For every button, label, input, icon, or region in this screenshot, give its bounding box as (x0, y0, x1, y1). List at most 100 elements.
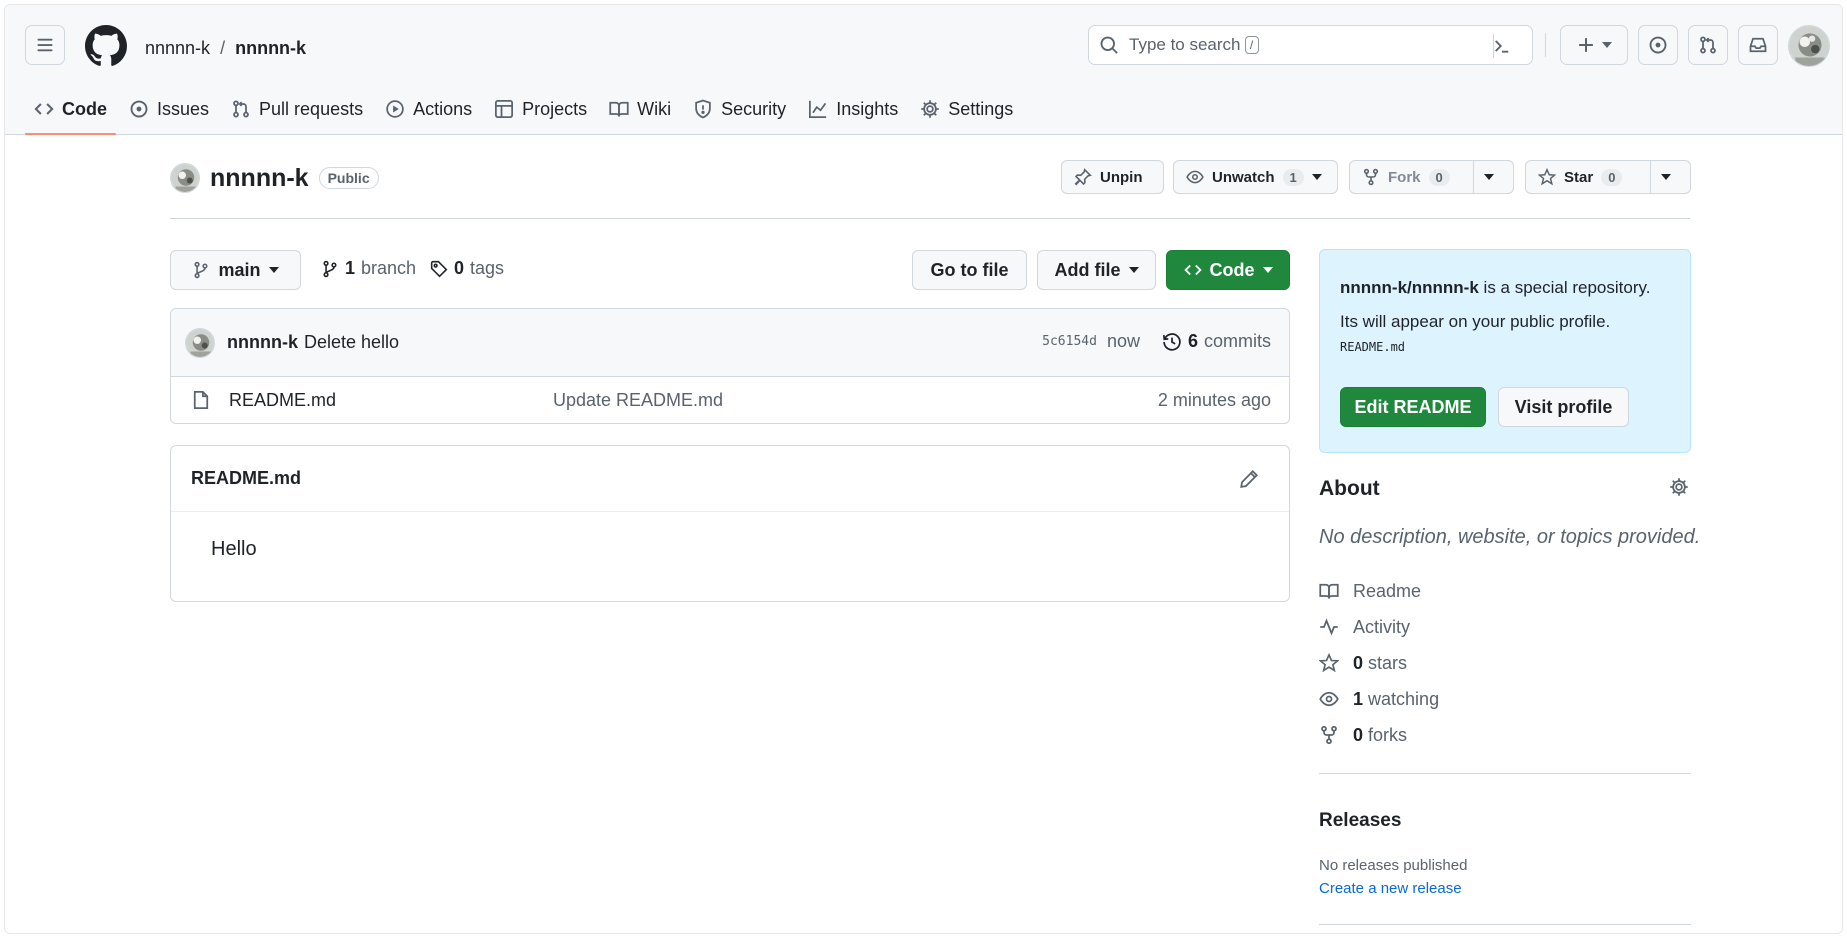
watching-link[interactable]: 1 watching (1319, 681, 1439, 717)
chevron-down-icon (1311, 174, 1322, 180)
create-new-button[interactable] (1560, 25, 1628, 65)
breadcrumb-separator: / (220, 38, 226, 58)
tags-link[interactable]: 0 tags (430, 258, 504, 279)
shield-icon (695, 99, 711, 119)
go-to-file-button[interactable]: Go to file (912, 250, 1027, 290)
issue-icon (1649, 36, 1667, 54)
owner-avatar[interactable] (170, 163, 200, 193)
gear-icon[interactable] (1669, 477, 1689, 497)
commit-count-label: commits (1204, 331, 1271, 351)
file-row[interactable]: README.md Update README.md 2 minutes ago (171, 377, 1289, 423)
unwatch-button[interactable]: Unwatch 1 (1173, 160, 1338, 194)
fork-dropdown[interactable] (1473, 161, 1504, 193)
tab-label: Projects (522, 98, 588, 119)
add-file-label: Add file (1054, 259, 1121, 280)
search-shortcut-key: / (1244, 36, 1259, 54)
table-icon (495, 100, 514, 118)
commits-link[interactable]: 6 commits (1162, 331, 1271, 352)
unwatch-label: Unwatch (1212, 168, 1275, 186)
pulse-icon (1320, 618, 1338, 636)
create-release-link[interactable]: Create a new release (1319, 880, 1462, 897)
forks-link[interactable]: 0 forks (1319, 717, 1439, 753)
play-icon (386, 100, 404, 118)
activity-link[interactable]: Activity (1319, 609, 1439, 645)
readme-panel: README.md Hello (170, 445, 1290, 602)
unpin-button[interactable]: Unpin (1061, 160, 1164, 194)
commit-sha[interactable]: 5c6154d (1042, 334, 1097, 349)
tab-issues[interactable]: Issues (120, 89, 218, 129)
code-icon (1183, 264, 1202, 276)
file-commit-time: 2 minutes ago (1157, 389, 1271, 410)
commit-author[interactable]: nnnnn-k (227, 332, 298, 353)
repo-name[interactable]: nnnnn-k (210, 164, 309, 193)
tab-security[interactable]: Security (684, 89, 795, 129)
about-description: No description, website, or topics provi… (1319, 526, 1701, 548)
github-logo-icon[interactable] (85, 25, 127, 67)
breadcrumb-owner[interactable]: nnnnn-k (145, 38, 210, 59)
tab-pull-requests[interactable]: Pull requests (222, 89, 372, 129)
tab-label: Wiki (637, 98, 672, 119)
branch-selector[interactable]: main (170, 250, 301, 290)
branches-link[interactable]: 1 branch (321, 258, 416, 279)
avatar-image-icon (186, 328, 214, 357)
fork-button[interactable]: Fork 0 (1349, 160, 1514, 194)
about-links: Readme Activity 0 stars 1 watching 0 for… (1319, 573, 1439, 753)
chevron-down-icon (268, 267, 279, 273)
commit-meta: 5c6154d now 6 commits (1042, 331, 1271, 352)
file-name[interactable]: README.md (229, 390, 336, 411)
chevron-down-icon (1262, 267, 1273, 273)
command-palette-icon[interactable] (1492, 36, 1512, 56)
repo-tabs: Code Issues Pull requests Actions Projec… (25, 89, 1026, 135)
fork-counter: 0 (1428, 168, 1450, 186)
tab-wiki[interactable]: Wiki (600, 89, 680, 129)
user-avatar[interactable] (1788, 25, 1830, 67)
notifications-button[interactable] (1738, 25, 1778, 65)
tab-settings[interactable]: Settings (911, 89, 1022, 129)
tab-label: Issues (157, 98, 210, 119)
repo-title-row: nnnnn-k Public (170, 163, 379, 193)
tab-insights[interactable]: Insights (799, 89, 907, 129)
hamburger-icon (37, 38, 53, 52)
menu-button[interactable] (25, 25, 65, 65)
commit-message[interactable]: Delete hello (304, 332, 399, 353)
tab-projects[interactable]: Projects (485, 89, 596, 129)
your-issues-button[interactable] (1638, 25, 1678, 65)
activity-link-label: Activity (1353, 616, 1411, 637)
tab-code[interactable]: Code (25, 89, 116, 135)
pencil-icon[interactable] (1239, 469, 1259, 489)
star-dropdown[interactable] (1650, 161, 1681, 193)
star-button[interactable]: Star 0 (1525, 160, 1691, 194)
commit-author-avatar[interactable] (185, 327, 215, 358)
file-commit-message[interactable]: Update README.md (553, 390, 723, 411)
chevron-down-icon (1484, 174, 1494, 180)
unpin-label: Unpin (1100, 168, 1143, 186)
avatar-image-icon (1789, 26, 1829, 66)
releases-heading[interactable]: Releases (1319, 810, 1401, 832)
branch-icon (194, 261, 209, 279)
forks-label: forks (1368, 724, 1408, 745)
visibility-badge: Public (318, 167, 379, 189)
visit-profile-button[interactable]: Visit profile (1498, 387, 1629, 427)
graph-icon (809, 100, 827, 118)
readme-filename[interactable]: README.md (191, 468, 301, 489)
code-button-label: Code (1209, 259, 1255, 280)
breadcrumb-repo[interactable]: nnnnn-k (235, 38, 306, 59)
eye-icon (1186, 170, 1204, 184)
tab-actions[interactable]: Actions (376, 89, 481, 129)
edit-readme-button[interactable]: Edit README (1340, 387, 1486, 427)
tag-icon (430, 260, 448, 277)
search-input[interactable]: Type to search / (1088, 25, 1533, 65)
tab-label: Security (721, 98, 787, 119)
special-repo-filename: README.md (1340, 340, 1406, 354)
chevron-down-icon (1128, 267, 1139, 273)
special-repo-line1: is a special repository. (1483, 278, 1651, 297)
header-divider (1545, 33, 1546, 57)
star-icon (1538, 168, 1556, 186)
tab-label: Code (62, 98, 107, 119)
your-pull-requests-button[interactable] (1688, 25, 1728, 65)
no-releases-text: No releases published (1319, 857, 1468, 874)
add-file-button[interactable]: Add file (1037, 250, 1156, 290)
readme-link[interactable]: Readme (1319, 573, 1439, 609)
stars-link[interactable]: 0 stars (1319, 645, 1439, 681)
code-dropdown-button[interactable]: Code (1166, 250, 1290, 290)
